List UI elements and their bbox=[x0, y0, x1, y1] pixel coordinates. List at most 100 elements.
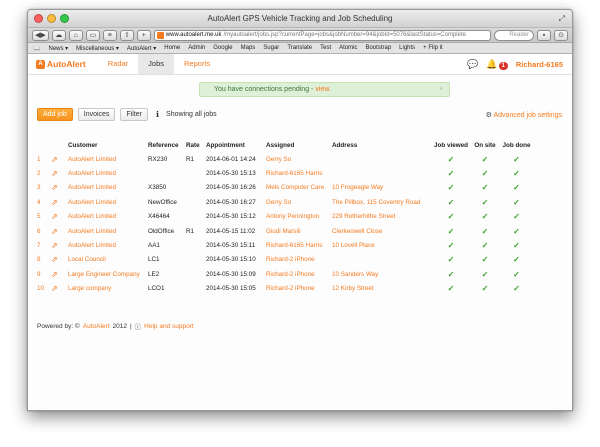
assigned-cell[interactable]: Richard-6165 Harris bbox=[266, 238, 332, 252]
customer-cell[interactable]: AutoAlert Limited bbox=[68, 210, 148, 224]
bookmark-item[interactable]: Atomic bbox=[339, 45, 357, 51]
table-row[interactable]: 8 ⇗ Local Council LC1 2014-05-30 15:10 Richar… bbox=[37, 253, 533, 267]
notification-badge: 1 bbox=[498, 61, 508, 70]
extension-icon[interactable]: ▪ bbox=[537, 29, 551, 41]
share-icon[interactable]: ⇗ bbox=[51, 166, 68, 180]
tab-jobs[interactable]: Jobs bbox=[138, 54, 175, 74]
advanced-settings-link[interactable]: ⚙ Advanced job settings bbox=[486, 111, 562, 119]
close-icon[interactable]: × bbox=[439, 83, 443, 96]
filter-button[interactable]: Filter bbox=[120, 108, 148, 121]
help-support-link[interactable]: Help and support bbox=[144, 323, 194, 330]
tab-reports[interactable]: Reports bbox=[174, 54, 220, 74]
footer-brand-link[interactable]: AutoAlert bbox=[83, 323, 110, 330]
share-icon[interactable]: ⇗ bbox=[51, 224, 68, 238]
address-cell[interactable]: 10 Sanders Way bbox=[332, 267, 432, 281]
invoices-button[interactable]: Invoices bbox=[77, 108, 116, 121]
share-icon[interactable]: ⇗ bbox=[51, 195, 68, 209]
assigned-cell[interactable]: Richard-6165 Harris bbox=[266, 166, 332, 180]
address-cell[interactable]: The Pillbox, 115 Coventry Road bbox=[332, 195, 432, 209]
bookmark-item[interactable]: Home bbox=[164, 45, 180, 51]
address-cell[interactable]: 10 Frogeagle Way bbox=[332, 181, 432, 195]
address-cell[interactable]: 12 Kirby Street bbox=[332, 282, 432, 296]
bookmark-item[interactable]: Bootstrap bbox=[365, 45, 391, 51]
bookmark-item[interactable]: Admin bbox=[188, 45, 205, 51]
bookmark-item[interactable]: + Flip it bbox=[423, 45, 443, 51]
table-row[interactable]: 2 ⇗ AutoAlert Limited 2014-05-30 15:13 Richa… bbox=[37, 166, 533, 180]
customer-cell[interactable]: AutoAlert Limited bbox=[68, 195, 148, 209]
share-icon[interactable]: ⇗ bbox=[51, 181, 68, 195]
row-number: 5 bbox=[37, 213, 41, 221]
share-icon[interactable]: ⇗ bbox=[51, 253, 68, 267]
share-icon[interactable]: ⇗ bbox=[51, 210, 68, 224]
bookmark-item[interactable]: Miscellaneous ▾ bbox=[76, 45, 119, 52]
address-bar[interactable]: www.autoalert.me.uk/myautoalert/jobs.jsp… bbox=[153, 29, 491, 41]
assigned-cell[interactable]: Richard-2 iPhone bbox=[266, 253, 332, 267]
bookmark-item[interactable]: News ▾ bbox=[48, 45, 68, 52]
chat-icon[interactable]: 💬 bbox=[467, 59, 478, 70]
layers-icon[interactable]: ≡ bbox=[102, 29, 117, 41]
job-done-check: ✓ bbox=[513, 183, 520, 193]
bookmarks-icon[interactable]: ▭ bbox=[85, 29, 100, 41]
address-cell[interactable] bbox=[332, 152, 432, 166]
address-cell[interactable] bbox=[332, 166, 432, 180]
table-row[interactable]: 1 ⇗ AutoAlert Limited RX230 R1 2014-06-01 14:… bbox=[37, 152, 533, 166]
fullscreen-icon[interactable]: ⤢ bbox=[559, 14, 565, 24]
assigned-cell[interactable]: Giudi Marsili bbox=[266, 224, 332, 238]
assigned-cell[interactable]: Richard-2 iPhone bbox=[266, 267, 332, 281]
bookmark-item[interactable]: Test bbox=[320, 45, 331, 51]
share-icon[interactable]: ⇗ bbox=[51, 238, 68, 252]
cloud-icon[interactable]: ☁ bbox=[51, 29, 66, 41]
notifications-button[interactable]: 🔔 1 bbox=[486, 59, 508, 70]
address-cell[interactable]: Clerkenwell Close bbox=[332, 224, 432, 238]
share-icon[interactable]: ⇧ bbox=[119, 29, 134, 41]
address-cell[interactable]: 10 Lovell Place bbox=[332, 238, 432, 252]
customer-cell[interactable]: AutoAlert Limited bbox=[68, 238, 148, 252]
customer-cell[interactable]: Large company bbox=[68, 282, 148, 296]
table-row[interactable]: 10 ⇗ Large company LCO1 2014-05-30 15:05 Rich… bbox=[37, 282, 533, 296]
add-job-button[interactable]: Add job bbox=[37, 108, 73, 121]
share-icon[interactable]: ⇗ bbox=[51, 282, 68, 296]
customer-cell[interactable]: AutoAlert Limited bbox=[68, 152, 148, 166]
share-icon[interactable]: ⇗ bbox=[51, 267, 68, 281]
customer-cell[interactable]: Large Engineer Company bbox=[68, 267, 148, 281]
bookmark-item[interactable]: Translate bbox=[287, 45, 312, 51]
table-row[interactable]: 7 ⇗ AutoAlert Limited AA1 2014-05-30 15:11 Ri… bbox=[37, 238, 533, 252]
info-icon[interactable]: ℹ bbox=[156, 110, 159, 119]
assigned-cell[interactable]: Mels Computer Care bbox=[266, 181, 332, 195]
bookmark-item[interactable]: AutoAlert ▾ bbox=[127, 45, 156, 52]
customer-cell[interactable]: AutoAlert Limited bbox=[68, 181, 148, 195]
showing-label: Showing all jobs bbox=[166, 111, 217, 118]
user-menu[interactable]: Richard-6165 bbox=[516, 60, 563, 69]
table-row[interactable]: 4 ⇗ AutoAlert Limited NewOffice 2014-05-30 1… bbox=[37, 195, 533, 209]
assigned-cell[interactable]: Richard-2 iPhone bbox=[266, 282, 332, 296]
app-logo[interactable]: A AutoAlert bbox=[28, 59, 98, 69]
assigned-cell[interactable]: Gerry So bbox=[266, 152, 332, 166]
bookmarks-book-icon[interactable]: 📖 bbox=[33, 45, 40, 52]
on-site-check: ✓ bbox=[481, 226, 489, 236]
customer-cell[interactable]: Local Council bbox=[68, 253, 148, 267]
table-row[interactable]: 5 ⇗ AutoAlert Limited X46464 2014-05-30 15:1… bbox=[37, 210, 533, 224]
download-icon[interactable]: ⊙ bbox=[554, 29, 568, 41]
customer-cell[interactable]: AutoAlert Limited bbox=[68, 224, 148, 238]
table-row[interactable]: 9 ⇗ Large Engineer Company LE2 2014-05-30 15… bbox=[37, 267, 533, 281]
home-icon[interactable]: ⌂ bbox=[68, 29, 83, 41]
bookmark-item[interactable]: Maps bbox=[241, 45, 256, 51]
bookmark-item[interactable]: Google bbox=[213, 45, 232, 51]
bookmark-item[interactable]: Sugar bbox=[263, 45, 279, 51]
share-icon[interactable]: ⇗ bbox=[51, 152, 68, 166]
assigned-cell[interactable]: Antony Pennington bbox=[266, 210, 332, 224]
back-button[interactable]: ◀▶ bbox=[32, 29, 49, 41]
alert-view-link[interactable]: view. bbox=[315, 86, 331, 93]
table-row[interactable]: 6 ⇗ AutoAlert Limited OldOffice R1 2014-05-15… bbox=[37, 224, 533, 238]
rate-cell bbox=[186, 267, 206, 281]
col-customer: Customer bbox=[68, 141, 98, 149]
address-cell[interactable] bbox=[332, 253, 432, 267]
customer-cell[interactable]: AutoAlert Limited bbox=[68, 166, 148, 180]
reader-button[interactable]: Reader bbox=[494, 29, 534, 41]
assigned-cell[interactable]: Gerry So bbox=[266, 195, 332, 209]
new-tab-button[interactable]: + bbox=[136, 29, 151, 41]
address-cell[interactable]: 229 Rotherhithe Street bbox=[332, 210, 432, 224]
bookmark-item[interactable]: Lights bbox=[399, 45, 415, 51]
tab-radar[interactable]: Radar bbox=[98, 54, 138, 74]
table-row[interactable]: 3 ⇗ AutoAlert Limited X3850 2014-05-30 16:26… bbox=[37, 181, 533, 195]
